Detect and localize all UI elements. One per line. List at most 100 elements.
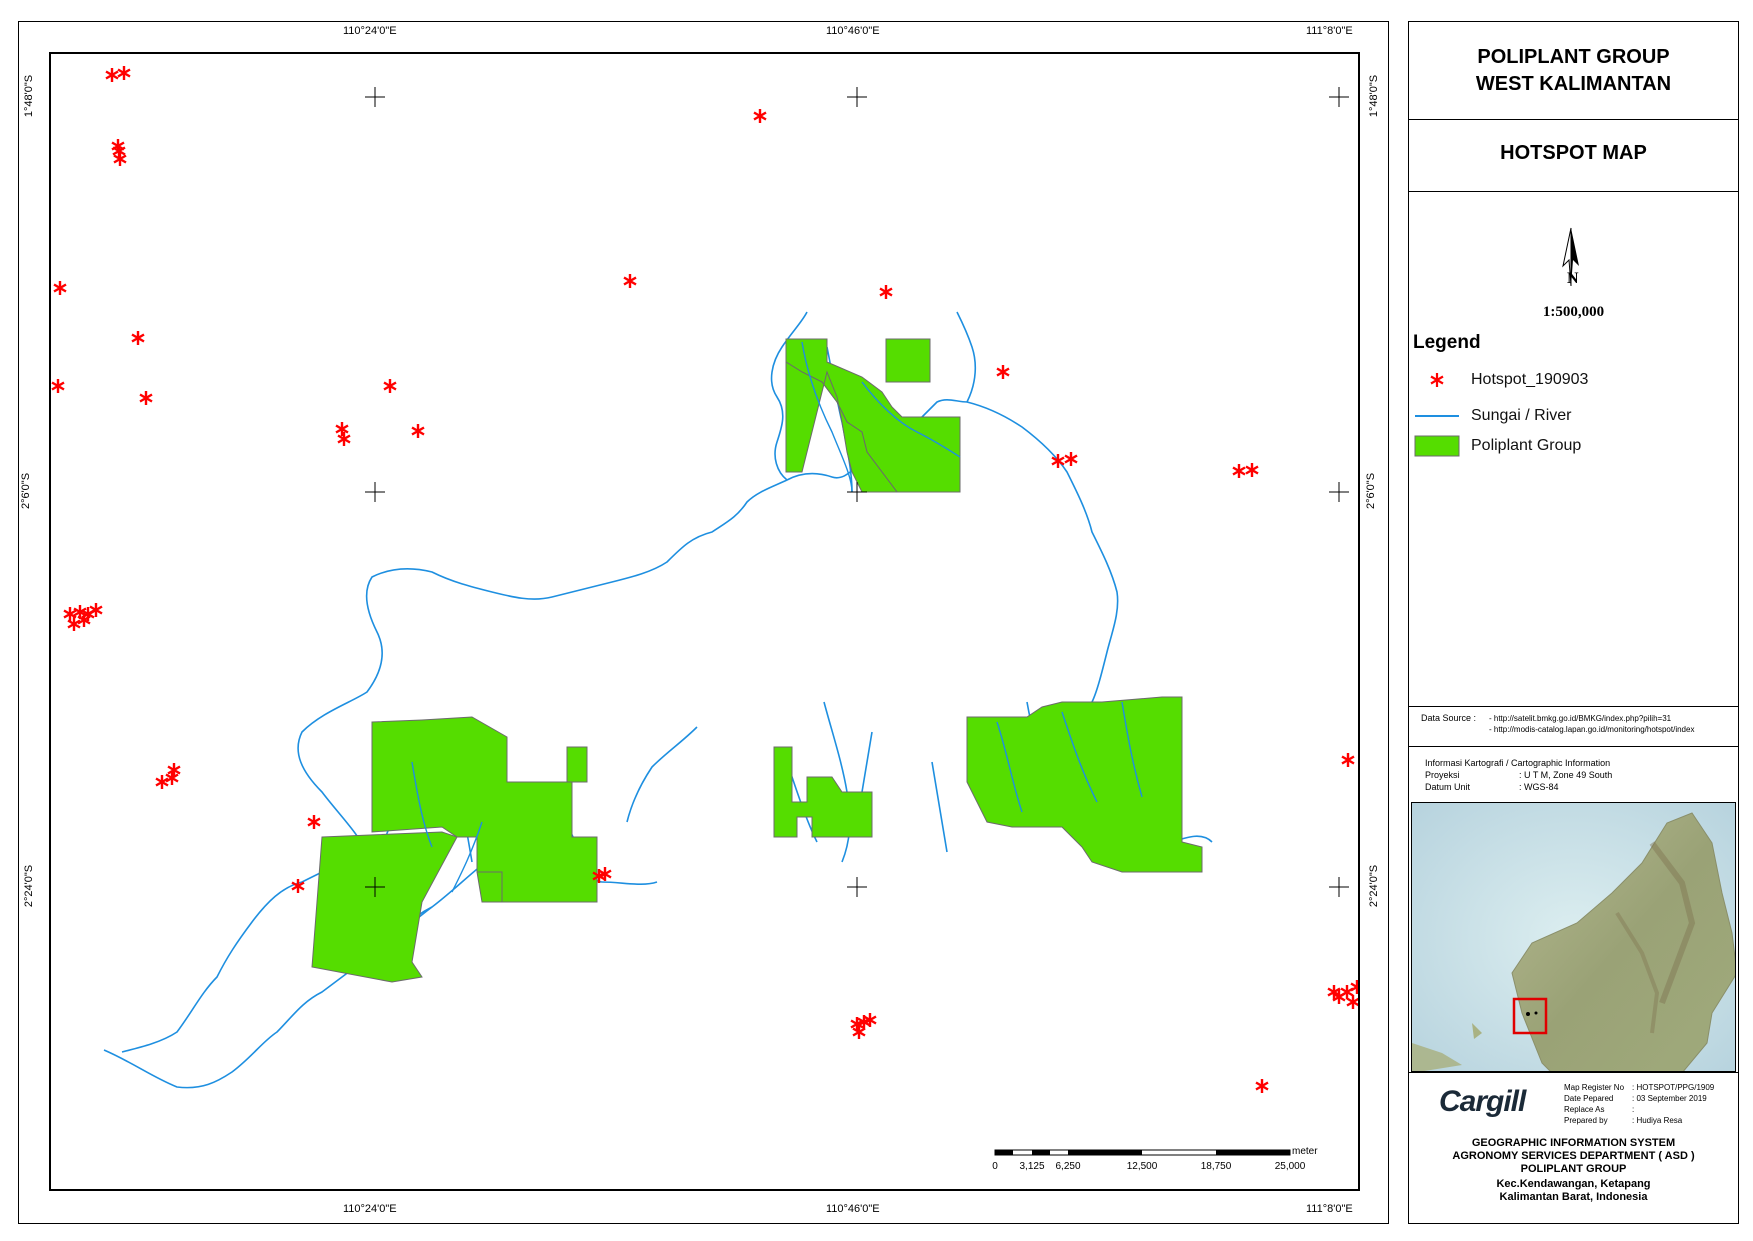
river-center-4 [931, 761, 948, 853]
legend-label-concession: Poliplant Group [1471, 437, 1582, 454]
hotspot-marker [1245, 463, 1259, 477]
title-box: POLIPLANT GROUP WEST KALIMANTAN [1409, 22, 1738, 120]
hotspot-marker [623, 274, 637, 288]
register-key-1: Map Register No [1564, 1083, 1625, 1092]
hotspot-marker [1350, 980, 1358, 994]
hotspot-marker [53, 281, 67, 295]
hotspot-marker [879, 285, 893, 299]
register-value-1: : HOTSPOT/PPG/1909 [1632, 1083, 1715, 1092]
scalebar-tick-3: 12,500 [1127, 1161, 1158, 1172]
title-line-2: WEST KALIMANTAN [1475, 73, 1672, 95]
hotspot-marker [1346, 995, 1358, 1009]
top-coord-3: 111°8'0"E [1306, 25, 1353, 37]
cartographic-value-1: : U T M, Zone 49 South [1519, 770, 1613, 780]
register-value-3: : [1632, 1105, 1635, 1114]
hotspot-marker [996, 365, 1010, 379]
hotspot-marker [1341, 753, 1355, 767]
bottom-coord-2: 110°46'0"E [826, 1203, 880, 1215]
scalebar-tick-5: 25,000 [1275, 1161, 1306, 1172]
data-source-url-1: - http://satelit.bmkg.go.id/BMKG/index.p… [1489, 714, 1672, 723]
right-coord-2: 2°6'0"S [1365, 472, 1378, 510]
scalebar: meter 0 3,125 6,250 12,500 18,750 25,000 [992, 1146, 1318, 1172]
cartographic-key-2: Datum Unit [1425, 782, 1471, 792]
left-coord-1: 1°48'0"S [23, 74, 36, 118]
scale-text: 1:500,000 [1542, 304, 1605, 320]
data-source-box: Data Source : - http://satelit.bmkg.go.i… [1409, 707, 1738, 747]
hotspot-marker [383, 379, 397, 393]
north-label: N [1567, 270, 1579, 287]
bottom-coord-1: 110°24'0"E [343, 1203, 397, 1215]
register-key-2: Date Pepared [1564, 1094, 1614, 1103]
river-network [103, 311, 1213, 1089]
hotspot-marker [1255, 1079, 1269, 1093]
scalebar-tick-0: 0 [992, 1161, 998, 1172]
title-line-1: POLIPLANT GROUP [1477, 46, 1670, 68]
concession-west-2 [311, 831, 458, 983]
concession-fill-icon [1414, 435, 1460, 457]
right-coord-3: 2°24'0"S [1368, 864, 1381, 908]
cartographic-info: Informasi Kartografi / Cartographic Info… [1409, 747, 1738, 800]
data-source-url-2: - http://modis-catalog.lapan.go.id/monit… [1489, 725, 1695, 734]
graticule-crosses [365, 87, 1349, 897]
concession-areas[interactable] [311, 338, 1203, 983]
footer-line-2: AGRONOMY SERVICES DEPARTMENT ( ASD ) [1452, 1150, 1695, 1162]
footer-line-5: Kalimantan Barat, Indonesia [1499, 1191, 1648, 1203]
concession-north-c [885, 338, 931, 383]
bottom-coord-3: 111°8'0"E [1306, 1203, 1353, 1215]
cargill-logo: Cargill [1439, 1085, 1526, 1118]
map-title-box: HOTSPOT MAP [1409, 120, 1738, 192]
concession-east [966, 696, 1203, 873]
map-title: HOTSPOT MAP [1500, 142, 1647, 164]
top-coord-1: 110°24'0"E [343, 25, 397, 37]
hotspot-marker [155, 775, 169, 789]
river-ne-upper [956, 311, 977, 403]
legend-item-concession: Poliplant Group [1413, 434, 1581, 458]
hotspot-marker [753, 109, 767, 123]
scalebar-tick-2: 6,250 [1055, 1161, 1080, 1172]
hotspot-marker [335, 422, 349, 436]
footer-line-4: Kec.Kendawangan, Ketapang [1496, 1178, 1651, 1190]
hotspot-marker [307, 815, 321, 829]
legend-box: N 1:500,000 Legend Hotspot_190903 Sungai… [1409, 192, 1738, 707]
register-key-3: Replace As [1564, 1105, 1605, 1114]
left-coord-3: 2°24'0"S [23, 864, 36, 908]
hotspot-marker [131, 331, 145, 345]
inset-map[interactable] [1411, 802, 1736, 1072]
legend-item-river: Sungai / River [1413, 404, 1572, 428]
river-sw-1 [626, 726, 698, 823]
scalebar-tick-1: 3,125 [1019, 1161, 1044, 1172]
left-coord-2: 2°6'0"S [20, 472, 33, 510]
legend-label-river: Sungai / River [1471, 407, 1572, 424]
concession-center [773, 746, 873, 838]
footer-line-1: GEOGRAPHIC INFORMATION SYSTEM [1471, 1137, 1676, 1149]
hotspot-marker [337, 432, 351, 446]
map-register: Map Register No : HOTSPOT/PPG/1909 Date P… [1564, 1082, 1736, 1126]
concession-west-3 [476, 871, 503, 903]
hotspot-marker [411, 424, 425, 438]
register-value-4: : Hudiya Resa [1632, 1116, 1683, 1125]
river-north-east [966, 401, 1119, 703]
hotspot-marker [51, 379, 65, 393]
cartographic-heading: Informasi Kartografi / Cartographic Info… [1425, 758, 1611, 768]
hotspot-marker [117, 66, 131, 80]
register-value-2: : 03 September 2019 [1632, 1094, 1707, 1103]
hotspot-marker [1340, 985, 1354, 999]
map-canvas[interactable]: meter 0 3,125 6,250 12,500 18,750 25,000 [51, 54, 1358, 1189]
cartographic-key-1: Proyeksi [1425, 770, 1460, 780]
register-key-4: Prepared by [1564, 1116, 1608, 1125]
hotspot-marker [139, 391, 153, 405]
hotspot-asterisk-icon [1430, 373, 1444, 387]
inset-map-image [1412, 803, 1735, 1071]
cartographic-value-2: : WGS-84 [1519, 782, 1559, 792]
hotspot-marker [105, 68, 119, 82]
right-coord-1: 1°48'0"S [1368, 74, 1381, 118]
legend-item-hotspot: Hotspot_190903 [1413, 368, 1588, 392]
legend-heading: Legend [1413, 332, 1481, 353]
scalebar-unit: meter [1292, 1146, 1318, 1157]
hotspot-layer [51, 66, 1358, 1093]
legend-label-hotspot: Hotspot_190903 [1471, 371, 1589, 388]
hotspot-marker [1232, 464, 1246, 478]
scalebar-tick-4: 18,750 [1201, 1161, 1232, 1172]
map-frame[interactable]: meter 0 3,125 6,250 12,500 18,750 25,000 [49, 52, 1360, 1191]
hotspot-marker [1064, 452, 1078, 466]
